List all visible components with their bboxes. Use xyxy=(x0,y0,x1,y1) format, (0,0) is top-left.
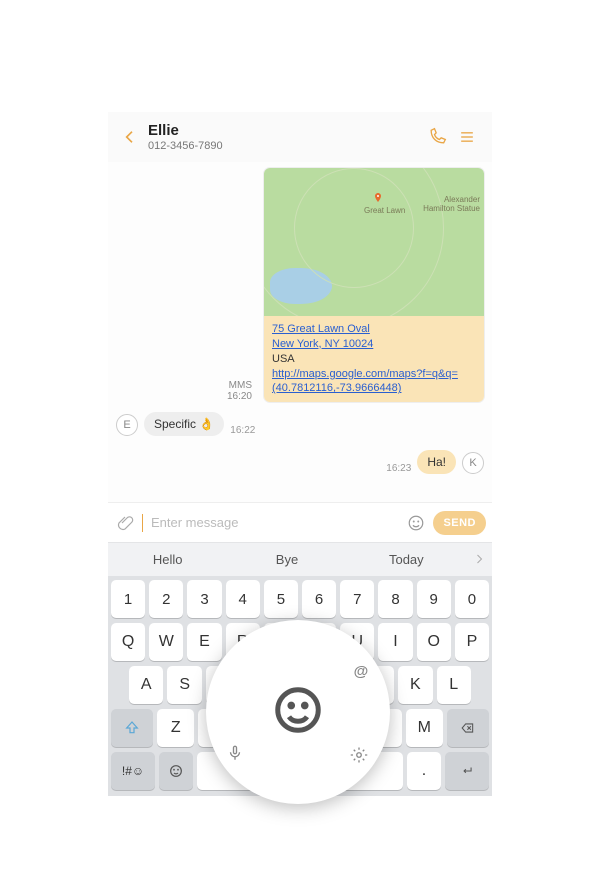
shift-icon xyxy=(124,720,140,736)
popup-at-option[interactable]: @ xyxy=(350,660,372,682)
backspace-key[interactable] xyxy=(447,709,489,747)
enter-icon xyxy=(458,764,476,778)
message-composer: SEND xyxy=(108,502,492,542)
phone-icon xyxy=(427,127,447,147)
attach-button[interactable] xyxy=(114,512,136,534)
key-2[interactable]: 2 xyxy=(149,580,183,618)
key-e[interactable]: E xyxy=(187,623,221,661)
key-5[interactable]: 5 xyxy=(264,580,298,618)
emoji-button[interactable] xyxy=(405,512,427,534)
hamburger-icon xyxy=(457,127,477,147)
suggestion-3[interactable]: Today xyxy=(347,552,466,567)
key-3[interactable]: 3 xyxy=(187,580,221,618)
popup-settings-option[interactable] xyxy=(348,744,370,766)
suggestion-1[interactable]: Hello xyxy=(108,552,227,567)
text-caret xyxy=(142,514,143,532)
backspace-icon xyxy=(459,721,477,735)
key-o[interactable]: O xyxy=(417,623,451,661)
key-a[interactable]: A xyxy=(129,666,163,704)
suggestion-2[interactable]: Bye xyxy=(227,552,346,567)
key-6[interactable]: 6 xyxy=(302,580,336,618)
outgoing-bubble[interactable]: Ha! xyxy=(417,450,456,474)
smile-icon xyxy=(407,514,425,532)
key-k[interactable]: K xyxy=(398,666,432,704)
message-row-incoming: E Specific 👌 16:22 xyxy=(116,412,484,436)
smile-icon xyxy=(271,683,325,737)
key-i[interactable]: I xyxy=(378,623,412,661)
key-4[interactable]: 4 xyxy=(226,580,260,618)
message-time: 16:20 xyxy=(227,391,252,402)
key-m[interactable]: M xyxy=(406,709,443,747)
keyboard-row-numbers: 1234567890 xyxy=(111,580,489,618)
mms-label: MMS xyxy=(229,380,252,391)
message-input[interactable] xyxy=(151,515,399,530)
symbols-key[interactable]: !#☺ xyxy=(111,752,155,790)
suggestion-bar: Hello Bye Today xyxy=(108,542,492,576)
gear-icon xyxy=(350,746,368,764)
key-8[interactable]: 8 xyxy=(378,580,412,618)
address-line3: USA xyxy=(272,352,476,367)
map-side-label: Alexander Hamilton Statue xyxy=(423,196,480,214)
back-button[interactable] xyxy=(118,125,142,149)
key-1[interactable]: 1 xyxy=(111,580,145,618)
paperclip-icon xyxy=(116,514,134,532)
contact-number: 012-3456-7890 xyxy=(148,140,422,152)
popup-voice-option[interactable] xyxy=(224,742,246,764)
avatar-incoming[interactable]: E xyxy=(116,414,138,436)
chevron-right-icon xyxy=(473,553,485,565)
period-key[interactable]: . xyxy=(407,752,441,790)
key-7[interactable]: 7 xyxy=(340,580,374,618)
emoji-keyboard-key[interactable] xyxy=(159,752,193,790)
map-url-line1[interactable]: http://maps.google.com/maps?f=q&q= xyxy=(272,367,476,382)
outgoing-time: 16:23 xyxy=(386,463,411,474)
key-q[interactable]: Q xyxy=(111,623,145,661)
key-p[interactable]: P xyxy=(455,623,489,661)
key-s[interactable]: S xyxy=(167,666,201,704)
shift-key[interactable] xyxy=(111,709,153,747)
microphone-icon xyxy=(226,744,244,762)
suggestion-more[interactable] xyxy=(466,552,492,568)
key-9[interactable]: 9 xyxy=(417,580,451,618)
map-pin-label: Great Lawn xyxy=(364,206,405,215)
contact-name: Ellie xyxy=(148,122,422,139)
messages-area[interactable]: MMS 16:20 Great Lawn Alexander Hamilton … xyxy=(108,162,492,502)
key-z[interactable]: Z xyxy=(157,709,194,747)
message-row-outgoing: 16:23 Ha! K xyxy=(116,450,484,474)
smile-icon xyxy=(168,763,184,779)
enter-key[interactable] xyxy=(445,752,489,790)
location-address[interactable]: 75 Great Lawn Oval New York, NY 10024 US… xyxy=(264,316,484,402)
menu-button[interactable] xyxy=(452,122,482,152)
popup-emoji-option[interactable] xyxy=(271,683,325,742)
avatar-outgoing[interactable]: K xyxy=(462,452,484,474)
map-thumbnail[interactable]: Great Lawn Alexander Hamilton Statue xyxy=(264,168,484,316)
contact-title-block[interactable]: Ellie 012-3456-7890 xyxy=(148,122,422,152)
chevron-left-icon xyxy=(122,129,138,145)
key-l[interactable]: L xyxy=(437,666,471,704)
message-meta: MMS 16:20 xyxy=(227,380,252,402)
map-url-line2[interactable]: (40.7812116,-73.9666448) xyxy=(272,381,476,396)
location-bubble[interactable]: Great Lawn Alexander Hamilton Statue 75 … xyxy=(264,168,484,402)
message-row-location: MMS 16:20 Great Lawn Alexander Hamilton … xyxy=(116,168,484,402)
incoming-bubble[interactable]: Specific 👌 xyxy=(144,412,224,436)
conversation-header: Ellie 012-3456-7890 xyxy=(108,112,492,162)
keyboard-longpress-popup[interactable]: @ xyxy=(206,620,390,804)
address-line1[interactable]: 75 Great Lawn Oval xyxy=(272,322,476,337)
address-line2[interactable]: New York, NY 10024 xyxy=(272,337,476,352)
key-0[interactable]: 0 xyxy=(455,580,489,618)
call-button[interactable] xyxy=(422,122,452,152)
send-button[interactable]: SEND xyxy=(433,511,486,535)
key-w[interactable]: W xyxy=(149,623,183,661)
incoming-time: 16:22 xyxy=(230,425,255,436)
